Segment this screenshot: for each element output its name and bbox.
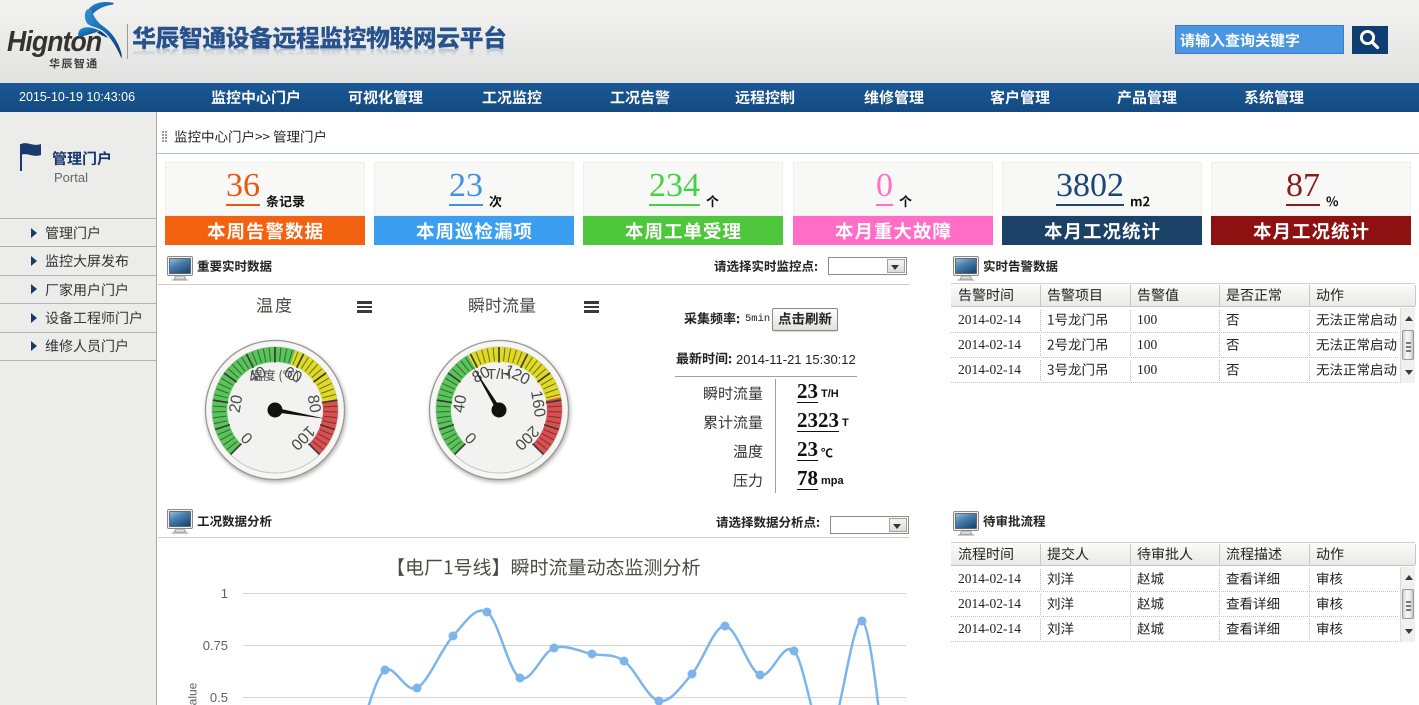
svg-text:40: 40 [450,393,470,413]
svg-text:20: 20 [226,393,246,413]
svg-text:T/H: T/H [486,366,510,383]
svg-text:80: 80 [303,393,323,413]
